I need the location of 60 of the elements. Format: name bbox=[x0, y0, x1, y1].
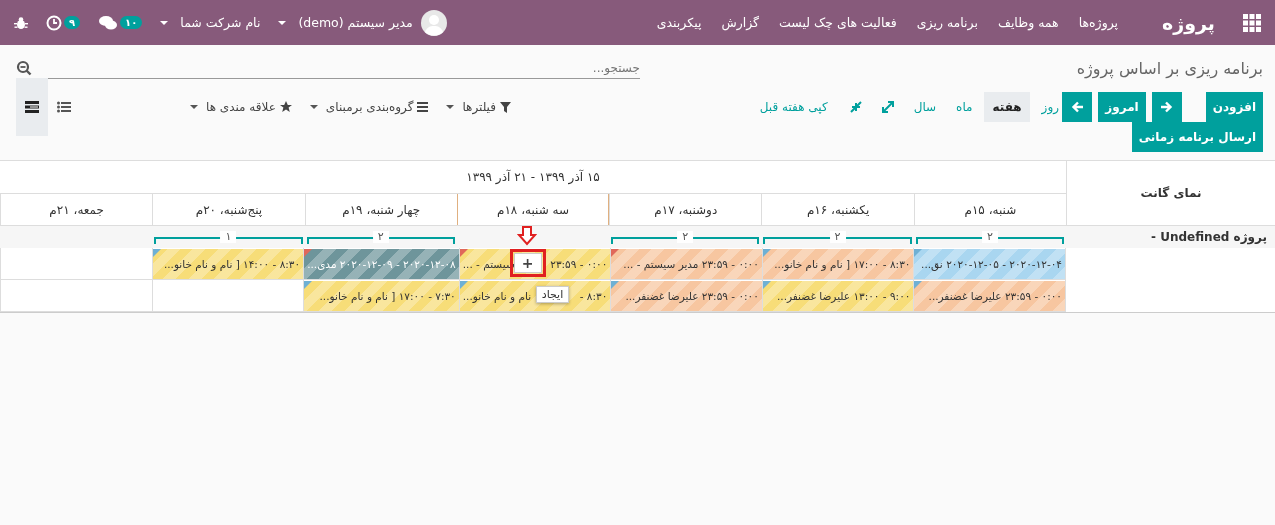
list-icon bbox=[57, 101, 71, 113]
search-field[interactable]: جستجو... bbox=[32, 61, 640, 75]
task-pill[interactable]: ۷:۳۰ - ۱۷:۰۰ [ نام و نام خانو... bbox=[304, 281, 459, 311]
menu-item[interactable]: پیکربندی bbox=[656, 15, 702, 30]
task-pill[interactable]: ۰:۰۰ - ۲۳:۵۹ مدیر سیستم - ... bbox=[611, 249, 762, 279]
pill-count: ۲ bbox=[981, 231, 998, 243]
next-button[interactable] bbox=[1151, 92, 1182, 122]
gantt-view-button[interactable] bbox=[16, 78, 48, 136]
day-header: پنج‌شنبه، ۲۰م bbox=[152, 194, 305, 225]
search-option-dropdown[interactable]: علاقه مندی ها bbox=[190, 100, 292, 114]
gantt-title: نمای گانت bbox=[1066, 161, 1275, 225]
search-icon[interactable] bbox=[16, 60, 32, 76]
list-lines-icon bbox=[417, 102, 429, 112]
day-header: سه شنبه، ۱۸م bbox=[456, 194, 610, 225]
search-option-dropdown[interactable]: فیلترها bbox=[446, 100, 511, 114]
day-header: شنبه، ۱۵م bbox=[913, 194, 1066, 225]
app-name: پروژه bbox=[1162, 11, 1215, 34]
pill-count: ۲ bbox=[829, 231, 846, 243]
menu-item[interactable]: پروژه‌ها bbox=[1078, 15, 1119, 30]
gantt-bars-icon bbox=[25, 101, 39, 113]
menu-item[interactable]: همه وظایف bbox=[997, 15, 1059, 30]
chat-icon[interactable] bbox=[98, 14, 119, 31]
menu-item[interactable]: برنامه ریزی bbox=[916, 15, 978, 30]
avatar-icon bbox=[420, 9, 447, 36]
apps-menu-icon[interactable] bbox=[1243, 13, 1261, 32]
arrow-right-icon bbox=[1160, 101, 1174, 113]
bug-icon[interactable] bbox=[14, 15, 28, 30]
user-menu[interactable]: مدیر سیستم (demo) bbox=[278, 9, 447, 36]
day-header: چهار شنبه، ۱۹م bbox=[304, 194, 457, 225]
day-header: یکشنبه، ۱۶م bbox=[761, 194, 914, 225]
menu-item[interactable]: فعالیت های چک لیست bbox=[779, 15, 897, 30]
group-label[interactable]: پروژه Undefined - bbox=[1066, 226, 1275, 248]
expand-icon[interactable] bbox=[881, 101, 894, 113]
clock-icon[interactable] bbox=[46, 14, 62, 31]
arrow-left-icon bbox=[1070, 101, 1084, 113]
task-pill[interactable]: ۸:۳۰ - ۱۷:۰۰ [ نام و نام خانو... bbox=[762, 249, 914, 279]
task-pill[interactable]: ۰:۰۰ - ۲۳:۵۹ علیرضا غضنفر... bbox=[611, 281, 762, 311]
pill-count: ۲ bbox=[372, 231, 389, 243]
task-pill[interactable]: ۰:۰۰ - ۲۳:۵۹ علیرضا غضنفر... bbox=[914, 281, 1065, 311]
activity-count-badge: ۹ bbox=[64, 16, 81, 29]
collapse-icon[interactable] bbox=[849, 101, 862, 113]
tooltip: ایجاد bbox=[535, 286, 570, 303]
company-switcher[interactable]: نام شرکت شما bbox=[160, 15, 261, 30]
day-header: جمعه، ۲۱م bbox=[0, 194, 153, 225]
star-icon bbox=[279, 101, 292, 113]
message-count-badge: ۱۰ bbox=[120, 16, 143, 29]
scale-tab[interactable]: هفته bbox=[984, 92, 1030, 122]
task-pill[interactable]: ۹:۰۰ - ۱۳:۰۰ علیرضا غضنفر... bbox=[762, 281, 914, 311]
menu-item[interactable]: گزارش bbox=[721, 15, 759, 30]
search-option-dropdown[interactable]: گروه‌بندی برمبنای bbox=[309, 100, 429, 114]
pill-count: ۱ bbox=[220, 231, 237, 243]
breadcrumb: برنامه ریزی بر اساس پروژه bbox=[1076, 59, 1263, 78]
day-header: دوشنبه، ۱۷م bbox=[609, 194, 762, 225]
pill-count: ۲ bbox=[677, 231, 694, 243]
create-button[interactable]: + bbox=[513, 253, 542, 273]
task-pill[interactable]: ۸:۳۰ - ۱۴:۰۰ [ نام و نام خانو... bbox=[152, 249, 304, 279]
date-range: ۱۵ آذر ۱۳۹۹ - ۲۱ آذر ۱۳۹۹ bbox=[0, 161, 1066, 194]
filter-icon bbox=[499, 101, 511, 113]
task-pill[interactable]: ۲۰۲۰-۱۲-۰۴ - ۲۰۲۰-۱۲-۰۵ نق... bbox=[914, 249, 1065, 279]
previous-button[interactable] bbox=[1062, 92, 1093, 122]
